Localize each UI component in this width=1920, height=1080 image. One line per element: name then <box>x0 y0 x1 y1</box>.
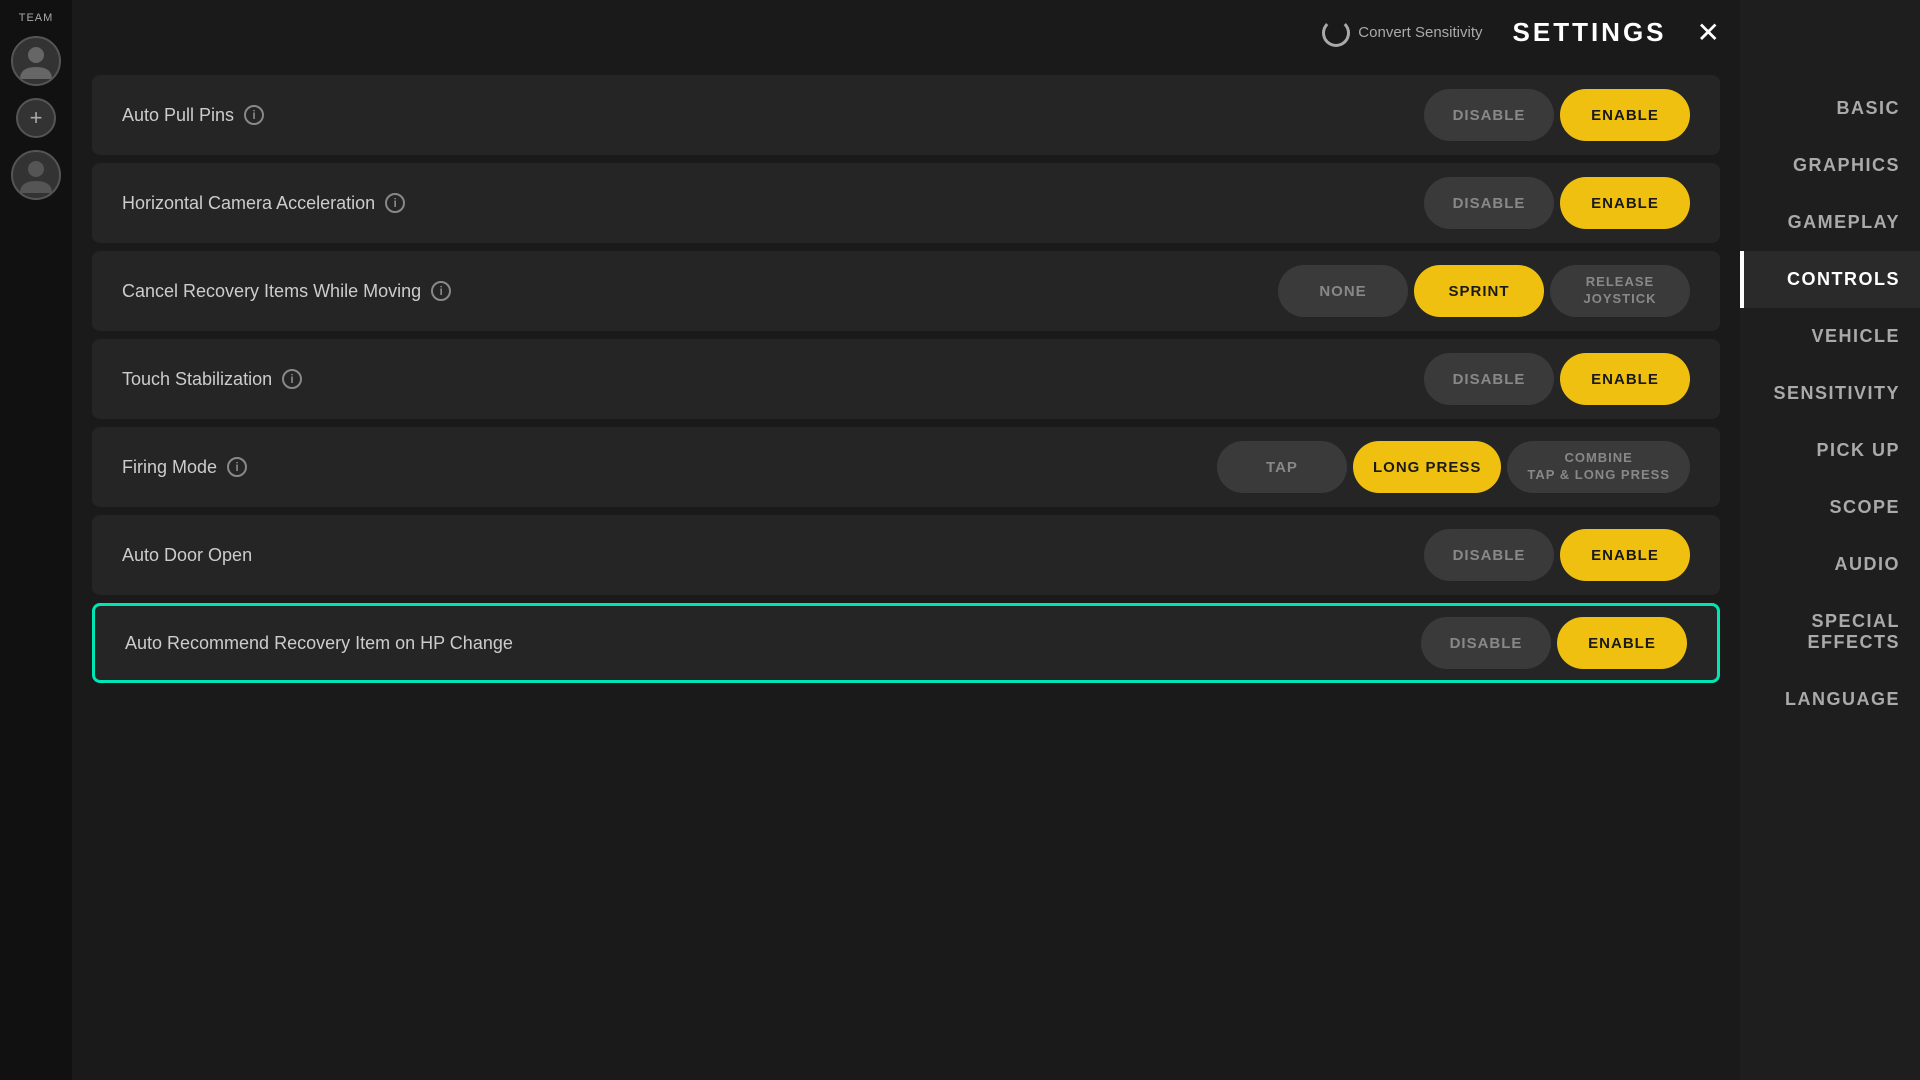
nav-item-pickup[interactable]: PICK UP <box>1740 422 1920 479</box>
horizontal-camera-enable[interactable]: ENABLE <box>1560 177 1690 229</box>
controls-firing-mode: TAP LONG PRESS COMBINETAP & LONG PRESS <box>1217 441 1690 493</box>
setting-label-auto-pull-pins: Auto Pull Pins i <box>122 105 264 126</box>
setting-label-touch-stabilization: Touch Stabilization i <box>122 369 302 390</box>
left-sidebar: TEAM + <box>0 0 72 1080</box>
auto-pull-pins-enable[interactable]: ENABLE <box>1560 89 1690 141</box>
nav-item-gameplay[interactable]: GAMEPLAY <box>1740 194 1920 251</box>
controls-auto-pull-pins: DISABLE ENABLE <box>1424 89 1690 141</box>
team-member-avatar <box>11 150 61 200</box>
firing-mode-combine[interactable]: COMBINETAP & LONG PRESS <box>1507 441 1690 493</box>
setting-row-cancel-recovery: Cancel Recovery Items While Moving i NON… <box>92 251 1720 331</box>
controls-horizontal-camera: DISABLE ENABLE <box>1424 177 1690 229</box>
info-icon-touch-stabilization[interactable]: i <box>282 369 302 389</box>
setting-row-firing-mode: Firing Mode i TAP LONG PRESS COMBINETAP … <box>92 427 1720 507</box>
auto-door-open-disable[interactable]: DISABLE <box>1424 529 1554 581</box>
cancel-recovery-sprint[interactable]: SPRINT <box>1414 265 1544 317</box>
nav-item-graphics[interactable]: GRAPHICS <box>1740 137 1920 194</box>
top-header: Convert Sensitivity SETTINGS ✕ <box>72 0 1740 65</box>
info-icon-firing-mode[interactable]: i <box>227 457 247 477</box>
firing-mode-tap[interactable]: TAP <box>1217 441 1347 493</box>
convert-sensitivity-label: Convert Sensitivity <box>1358 24 1482 41</box>
setting-row-auto-pull-pins: Auto Pull Pins i DISABLE ENABLE <box>92 75 1720 155</box>
touch-stabilization-disable[interactable]: DISABLE <box>1424 353 1554 405</box>
nav-item-audio[interactable]: AUDIO <box>1740 536 1920 593</box>
right-nav: BASIC GRAPHICS GAMEPLAY CONTROLS VEHICLE… <box>1740 0 1920 1080</box>
setting-row-auto-door-open: Auto Door Open DISABLE ENABLE <box>92 515 1720 595</box>
info-icon-horizontal-camera[interactable]: i <box>385 193 405 213</box>
info-icon-auto-pull-pins[interactable]: i <box>244 105 264 125</box>
setting-label-auto-recommend-recovery: Auto Recommend Recovery Item on HP Chang… <box>125 633 513 654</box>
convert-icon <box>1322 19 1350 47</box>
auto-recommend-recovery-enable[interactable]: ENABLE <box>1557 617 1687 669</box>
nav-item-language[interactable]: LANGUAGE <box>1740 671 1920 728</box>
settings-title: SETTINGS <box>1513 17 1667 48</box>
team-label: TEAM <box>19 12 54 24</box>
main-content: Auto Pull Pins i DISABLE ENABLE Horizont… <box>72 65 1740 1080</box>
controls-auto-door-open: DISABLE ENABLE <box>1424 529 1690 581</box>
cancel-recovery-none[interactable]: NONE <box>1278 265 1408 317</box>
nav-item-special-effects[interactable]: SPECIAL EFFECTS <box>1740 593 1920 671</box>
auto-recommend-recovery-disable[interactable]: DISABLE <box>1421 617 1551 669</box>
nav-item-basic[interactable]: BASIC <box>1740 80 1920 137</box>
setting-row-touch-stabilization: Touch Stabilization i DISABLE ENABLE <box>92 339 1720 419</box>
firing-mode-long-press[interactable]: LONG PRESS <box>1353 441 1501 493</box>
setting-label-horizontal-camera: Horizontal Camera Acceleration i <box>122 193 405 214</box>
auto-pull-pins-disable[interactable]: DISABLE <box>1424 89 1554 141</box>
controls-cancel-recovery: NONE SPRINT RELEASEJOYSTICK <box>1278 265 1690 317</box>
setting-row-auto-recommend-recovery: Auto Recommend Recovery Item on HP Chang… <box>92 603 1720 683</box>
cancel-recovery-release-joystick[interactable]: RELEASEJOYSTICK <box>1550 265 1690 317</box>
controls-auto-recommend-recovery: DISABLE ENABLE <box>1421 617 1687 669</box>
setting-label-cancel-recovery: Cancel Recovery Items While Moving i <box>122 281 451 302</box>
nav-item-sensitivity[interactable]: SENSITIVITY <box>1740 365 1920 422</box>
player-avatar <box>11 36 61 86</box>
auto-door-open-enable[interactable]: ENABLE <box>1560 529 1690 581</box>
add-team-button[interactable]: + <box>16 98 56 138</box>
controls-touch-stabilization: DISABLE ENABLE <box>1424 353 1690 405</box>
horizontal-camera-disable[interactable]: DISABLE <box>1424 177 1554 229</box>
nav-item-vehicle[interactable]: VEHICLE <box>1740 308 1920 365</box>
setting-label-auto-door-open: Auto Door Open <box>122 545 252 566</box>
nav-item-controls[interactable]: CONTROLS <box>1740 251 1920 308</box>
setting-row-horizontal-camera: Horizontal Camera Acceleration i DISABLE… <box>92 163 1720 243</box>
close-button[interactable]: ✕ <box>1697 16 1720 49</box>
info-icon-cancel-recovery[interactable]: i <box>431 281 451 301</box>
convert-sensitivity-button[interactable]: Convert Sensitivity <box>1322 19 1482 47</box>
setting-label-firing-mode: Firing Mode i <box>122 457 247 478</box>
touch-stabilization-enable[interactable]: ENABLE <box>1560 353 1690 405</box>
nav-item-scope[interactable]: SCOPE <box>1740 479 1920 536</box>
